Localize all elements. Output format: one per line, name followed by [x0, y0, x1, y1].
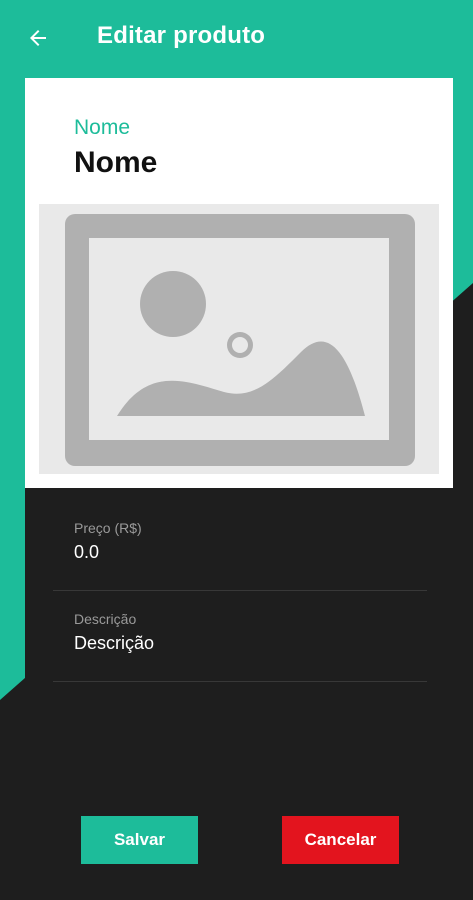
- arrow-left-icon: [30, 30, 46, 46]
- description-field[interactable]: Descrição Descrição: [53, 611, 427, 682]
- product-image[interactable]: [39, 204, 439, 474]
- back-button[interactable]: [24, 24, 52, 52]
- description-value[interactable]: Descrição: [74, 633, 427, 654]
- app-bar: Editar produto: [0, 0, 473, 78]
- image-placeholder-icon: [65, 214, 415, 466]
- price-field[interactable]: Preço (R$) 0.0: [53, 520, 427, 591]
- description-label: Descrição: [74, 611, 137, 627]
- price-label: Preço (R$): [74, 520, 142, 536]
- name-label: Nome: [74, 116, 131, 139]
- product-header: Nome Nome: [25, 78, 453, 488]
- save-button[interactable]: Salvar: [81, 816, 198, 864]
- name-value[interactable]: Nome: [74, 146, 157, 180]
- product-card: Nome Nome Preço (R$) 0.0 Descrição Descr…: [25, 78, 453, 900]
- cancel-button[interactable]: Cancelar: [282, 816, 399, 864]
- page-title: Editar produto: [97, 22, 266, 49]
- price-value[interactable]: 0.0: [74, 542, 427, 563]
